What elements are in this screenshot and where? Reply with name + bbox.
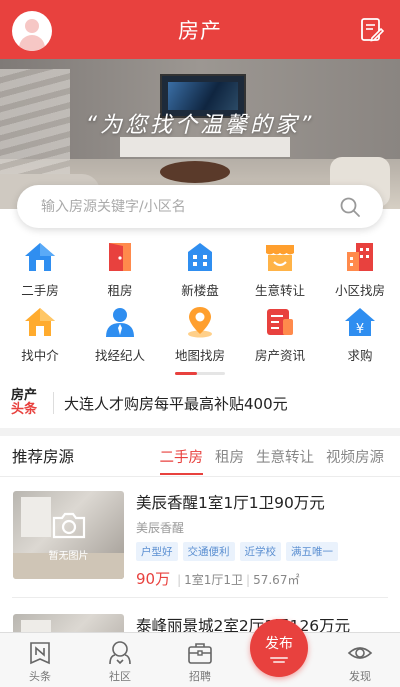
recommend-tabs: 二手房 租房 生意转让 视频房源 <box>148 436 384 476</box>
headline-logo-bottom: 头条 <box>11 402 38 417</box>
category-rent[interactable]: 租房 <box>80 238 160 303</box>
listing-community: 美辰香醒 <box>136 521 185 535</box>
publish-label: 发布 <box>265 636 293 652</box>
headline-ticker[interactable]: 房产 头条 大连人才购房每平最高补贴400元 <box>0 380 400 426</box>
map-pin-icon <box>188 307 212 338</box>
nav-label: 社区 <box>109 670 131 683</box>
headline-divider <box>53 392 54 414</box>
category-business-transfer[interactable]: 生意转让 <box>240 238 320 303</box>
category-label: 生意转让 <box>254 283 305 298</box>
nav-item-headlines[interactable]: 头条 <box>0 633 80 687</box>
no-image-label: 暂无图片 <box>48 551 89 562</box>
headline-logo: 房产 头条 <box>11 389 45 417</box>
pager-active <box>175 372 197 375</box>
category-label: 小区找房 <box>334 283 385 298</box>
category-grid: 二手房 租房 新楼盘 生意转让 小区找房 找中介 找经纪人 地图找房 房产资讯 … <box>0 238 400 368</box>
listing-thumbnail[interactable]: 暂无图片 <box>13 491 124 579</box>
tab-rent[interactable]: 租房 <box>215 446 244 467</box>
avatar-body <box>19 35 45 51</box>
shop-icon <box>266 245 294 271</box>
listing-area: 57.67㎡ <box>253 573 300 587</box>
nav-label: 头条 <box>29 670 51 683</box>
category-buy-request[interactable]: ¥ 求购 <box>320 303 400 368</box>
nav-label: 招聘 <box>189 670 211 683</box>
listing-tag: 近学校 <box>239 542 281 561</box>
listing-tag: 交通便利 <box>182 542 235 561</box>
edit-note-icon[interactable] <box>360 17 384 43</box>
publish-icon-line <box>273 661 285 663</box>
category-label: 房产资讯 <box>254 348 305 363</box>
banner-table <box>160 161 230 183</box>
agent-person-icon <box>106 308 134 337</box>
nav-item-discover[interactable]: 发现 <box>320 633 400 687</box>
page-title: 房产 <box>178 18 222 43</box>
tab-video-listings[interactable]: 视频房源 <box>326 446 384 467</box>
nav-item-jobs[interactable]: 招聘 <box>160 633 240 687</box>
door-icon <box>109 243 131 271</box>
category-community-search[interactable]: 小区找房 <box>320 238 400 303</box>
meta-divider: | <box>177 573 182 587</box>
eye-icon <box>347 647 373 659</box>
category-find-agency[interactable]: 找中介 <box>0 303 80 368</box>
search-icon[interactable] <box>339 196 361 218</box>
news-n-icon <box>30 642 50 665</box>
banner-slogan: “为您找个温馨的家” <box>85 113 315 138</box>
camera-icon <box>52 512 86 539</box>
category-label: 找经纪人 <box>94 348 145 363</box>
header-bar: 房产 <box>0 0 400 59</box>
apartment-icon <box>347 243 373 271</box>
svg-text:¥: ¥ <box>356 322 364 337</box>
category-label: 新楼盘 <box>181 283 219 298</box>
listing-item[interactable]: 暂无图片 美辰香醒1室1厅1卫90万元 美辰香醒 户型好 交通便利 近学校 满五… <box>0 477 400 589</box>
yen-house-icon: ¥ <box>345 308 375 337</box>
category-label: 二手房 <box>21 283 59 298</box>
headline-logo-top: 房产 <box>11 388 38 403</box>
avatar-head <box>25 19 39 33</box>
listing-tags: 户型好 交通便利 近学校 满五唯一 <box>136 542 386 561</box>
bottom-nav: 头条 社区 招聘 发现 <box>0 632 400 687</box>
category-find-agent[interactable]: 找经纪人 <box>80 303 160 368</box>
listing-layout: 1室1厅1卫 <box>184 573 244 587</box>
category-label: 地图找房 <box>174 348 225 363</box>
house-icon <box>25 243 55 271</box>
category-label: 租房 <box>107 283 133 298</box>
recommend-title: 推荐房源 <box>12 448 75 466</box>
listing-price: 90万 <box>136 570 171 588</box>
building-icon <box>188 243 212 271</box>
app-root: 房产 “为您找个温馨的家” 输入房源关键字/小区名 二手房 租房 新楼盘 生意转… <box>0 0 400 687</box>
avatar[interactable] <box>12 11 52 51</box>
tab-business-transfer[interactable]: 生意转让 <box>256 446 314 467</box>
headline-text[interactable]: 大连人才购房每平最高补贴400元 <box>64 393 288 414</box>
listing-tag: 满五唯一 <box>286 542 338 561</box>
listing-info: 美辰香醒1室1厅1卫90万元 美辰香醒 户型好 交通便利 近学校 满五唯一 90… <box>136 491 386 589</box>
listing-tag: 户型好 <box>136 542 178 561</box>
tab-second-hand[interactable]: 二手房 <box>159 446 203 475</box>
nav-label: 发现 <box>349 670 371 683</box>
nav-item-community[interactable]: 社区 <box>80 633 160 687</box>
publish-icon <box>270 657 288 659</box>
category-label: 找中介 <box>21 348 59 363</box>
section-gap <box>0 428 400 436</box>
publish-button[interactable]: 发布 <box>250 619 308 677</box>
listing-meta: 90万 | 1室1厅1卫 | 57.67㎡ <box>136 568 386 589</box>
category-pager <box>175 372 225 375</box>
search-input[interactable] <box>41 198 339 215</box>
thumb-window <box>21 497 51 537</box>
category-news[interactable]: 房产资讯 <box>240 303 320 368</box>
category-map-search[interactable]: 地图找房 <box>160 303 240 368</box>
listing-title[interactable]: 美辰香醒1室1厅1卫90万元 <box>136 491 386 513</box>
community-icon <box>109 641 131 665</box>
recommend-header: 推荐房源 二手房 租房 生意转让 视频房源 <box>0 436 400 476</box>
agency-house-icon <box>25 308 55 336</box>
search-bar[interactable] <box>17 185 383 228</box>
category-label: 求购 <box>347 348 373 363</box>
category-second-hand[interactable]: 二手房 <box>0 238 80 303</box>
briefcase-icon <box>188 643 212 664</box>
news-icon <box>267 309 293 335</box>
banner-cabinet <box>120 137 290 157</box>
divider <box>12 597 388 598</box>
category-new-homes[interactable]: 新楼盘 <box>160 238 240 303</box>
meta-divider: | <box>246 573 251 587</box>
